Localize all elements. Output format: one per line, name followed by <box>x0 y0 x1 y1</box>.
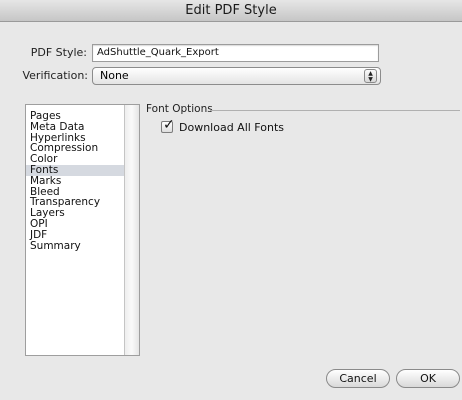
settings-category-list[interactable]: Pages Meta Data Hyperlinks Compression C… <box>25 104 140 356</box>
sidebar-item-jdf[interactable]: JDF <box>26 229 124 241</box>
group-divider <box>210 110 460 111</box>
download-all-fonts-checkbox[interactable]: ✓ <box>161 117 175 133</box>
sidebar-item-meta-data[interactable]: Meta Data <box>26 121 124 133</box>
download-all-fonts-label[interactable]: Download All Fonts <box>179 121 284 134</box>
verification-select[interactable]: None ▲ ▼ <box>92 67 381 85</box>
sidebar-item-marks[interactable]: Marks <box>26 175 124 187</box>
sidebar-item-summary[interactable]: Summary <box>26 240 124 252</box>
pdf-style-label: PDF Style: <box>30 46 87 59</box>
font-options-group-title: Font Options <box>146 103 213 115</box>
verification-label: Verification: <box>22 69 88 82</box>
checkmark-icon: ✓ <box>163 117 175 133</box>
list-scrollbar[interactable] <box>124 105 139 355</box>
verification-value: None <box>100 69 129 82</box>
window-title: Edit PDF Style <box>0 0 462 22</box>
pdf-style-field[interactable]: AdShuttle_Quark_Export <box>92 44 379 62</box>
ok-button[interactable]: OK <box>396 369 460 388</box>
updown-arrows-icon: ▲ ▼ <box>364 69 377 83</box>
cancel-button[interactable]: Cancel <box>326 369 390 388</box>
